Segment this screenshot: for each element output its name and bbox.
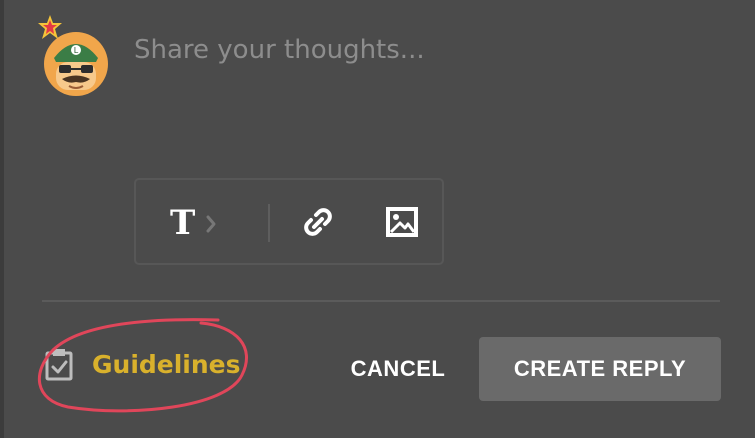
image-icon <box>386 207 418 237</box>
chevron-right-icon <box>206 215 216 233</box>
text-format-icon: T <box>170 203 216 243</box>
star-badge-icon <box>38 15 62 39</box>
reply-text-input[interactable] <box>134 30 714 70</box>
user-avatar-wrapper: L <box>36 14 112 96</box>
link-icon <box>304 208 332 236</box>
reply-composer-panel: L T <box>0 0 755 438</box>
insert-image-button[interactable] <box>380 198 424 246</box>
panel-left-border <box>0 0 4 438</box>
clipboard-check-icon <box>45 349 73 381</box>
guidelines-label: Guidelines <box>92 349 241 379</box>
section-divider <box>42 300 720 302</box>
guidelines-link[interactable]: Guidelines <box>42 342 241 386</box>
create-reply-button[interactable]: CREATE REPLY <box>479 337 721 401</box>
insert-link-button[interactable] <box>296 198 340 246</box>
svg-text:T: T <box>170 203 195 243</box>
cancel-button[interactable]: CANCEL <box>342 344 454 394</box>
toolbar-divider <box>268 204 270 242</box>
text-format-button[interactable]: T <box>158 198 232 246</box>
formatting-toolbar: T <box>134 178 444 265</box>
svg-text:L: L <box>74 46 79 55</box>
